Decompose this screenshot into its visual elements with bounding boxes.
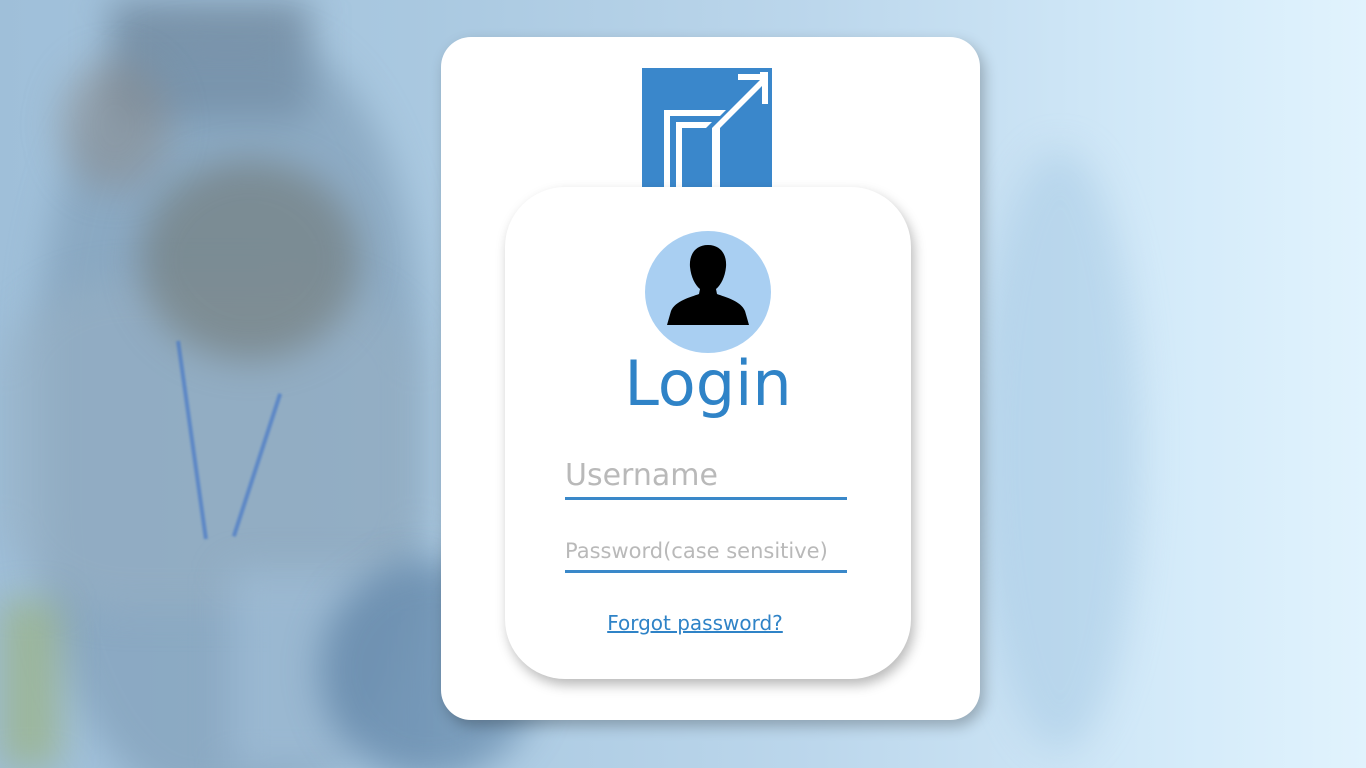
password-input[interactable] — [565, 534, 847, 573]
login-panel: Login Forgot password? — [505, 187, 911, 679]
login-title: Login — [624, 347, 792, 420]
user-avatar — [645, 231, 771, 353]
user-silhouette-icon — [667, 245, 749, 325]
forgot-password-link[interactable]: Forgot password? — [505, 611, 885, 635]
login-card: Login Forgot password? — [441, 37, 980, 720]
brand-logo-icon — [642, 68, 772, 188]
username-input[interactable] — [565, 455, 847, 500]
